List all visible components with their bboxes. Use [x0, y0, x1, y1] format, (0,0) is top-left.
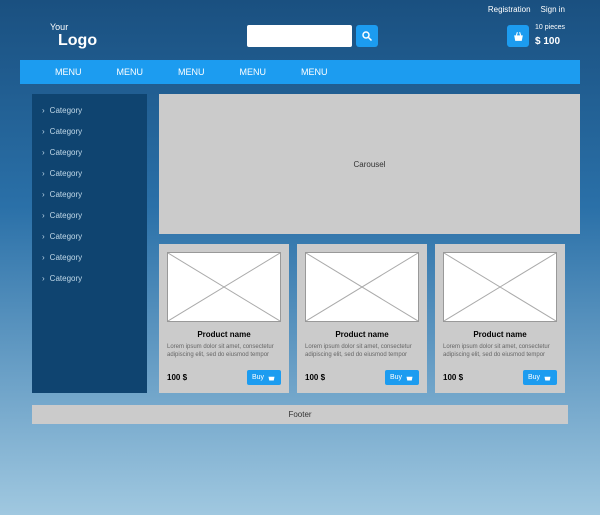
logo-prefix: Your	[50, 22, 97, 32]
buy-button[interactable]: Buy	[385, 370, 419, 385]
category-item[interactable]: Category	[32, 184, 147, 205]
product-card: Product name Lorem ipsum dolor sit amet,…	[297, 244, 427, 393]
product-image-placeholder	[167, 252, 281, 322]
product-card: Product name Lorem ipsum dolor sit amet,…	[435, 244, 565, 393]
product-footer: 100 $ Buy	[167, 370, 281, 385]
product-name: Product name	[305, 330, 419, 339]
logo-text: Logo	[58, 32, 97, 49]
product-description: Lorem ipsum dolor sit amet, consectetur …	[167, 344, 281, 360]
main-content: Category Category Category Category Cate…	[0, 84, 600, 393]
product-name: Product name	[167, 330, 281, 339]
buy-button[interactable]: Buy	[523, 370, 557, 385]
product-grid: Product name Lorem ipsum dolor sit amet,…	[159, 244, 580, 393]
signin-link[interactable]: Sign in	[541, 5, 565, 14]
category-item[interactable]: Category	[32, 100, 147, 121]
basket-icon	[512, 30, 525, 43]
category-item[interactable]: Category	[32, 142, 147, 163]
search-icon	[361, 30, 373, 42]
search-input[interactable]	[247, 25, 352, 47]
nav-item-4[interactable]: MENU	[301, 67, 328, 77]
category-item[interactable]: Category	[32, 226, 147, 247]
cart-info: 10 pieces $ 100	[535, 24, 565, 49]
cart-pieces: 10 pieces	[535, 24, 565, 31]
product-card: Product name Lorem ipsum dolor sit amet,…	[159, 244, 289, 393]
header: Your Logo 10 pieces $ 100	[0, 14, 600, 60]
footer: Footer	[32, 405, 568, 424]
search-button[interactable]	[356, 25, 378, 47]
registration-link[interactable]: Registration	[488, 5, 531, 14]
product-footer: 100 $ Buy	[305, 370, 419, 385]
cart-icon-box	[507, 25, 529, 47]
content-area: Carousel Product name Lorem ipsum dolor …	[159, 94, 580, 393]
product-description: Lorem ipsum dolor sit amet, consectetur …	[443, 344, 557, 360]
category-item[interactable]: Category	[32, 247, 147, 268]
product-footer: 100 $ Buy	[443, 370, 557, 385]
product-image-placeholder	[305, 252, 419, 322]
basket-icon	[405, 373, 414, 382]
product-image-placeholder	[443, 252, 557, 322]
product-price: 100 $	[167, 373, 187, 382]
basket-icon	[543, 373, 552, 382]
nav-item-3[interactable]: MENU	[240, 67, 267, 77]
top-bar: Registration Sign in	[0, 0, 600, 14]
nav-item-2[interactable]: MENU	[178, 67, 205, 77]
nav-item-0[interactable]: MENU	[55, 67, 82, 77]
search-wrap	[247, 25, 378, 47]
basket-icon	[267, 373, 276, 382]
product-name: Product name	[443, 330, 557, 339]
cart[interactable]: 10 pieces $ 100	[507, 24, 565, 49]
category-item[interactable]: Category	[32, 121, 147, 142]
product-price: 100 $	[305, 373, 325, 382]
nav-item-1[interactable]: MENU	[117, 67, 144, 77]
product-description: Lorem ipsum dolor sit amet, consectetur …	[305, 344, 419, 360]
buy-button[interactable]: Buy	[247, 370, 281, 385]
product-price: 100 $	[443, 373, 463, 382]
nav-menu: MENU MENU MENU MENU MENU	[20, 60, 580, 84]
carousel[interactable]: Carousel	[159, 94, 580, 234]
category-sidebar: Category Category Category Category Cate…	[32, 94, 147, 393]
category-item[interactable]: Category	[32, 163, 147, 184]
category-item[interactable]: Category	[32, 268, 147, 289]
category-item[interactable]: Category	[32, 205, 147, 226]
logo[interactable]: Your Logo	[50, 22, 97, 50]
cart-total: $ 100	[535, 36, 560, 47]
